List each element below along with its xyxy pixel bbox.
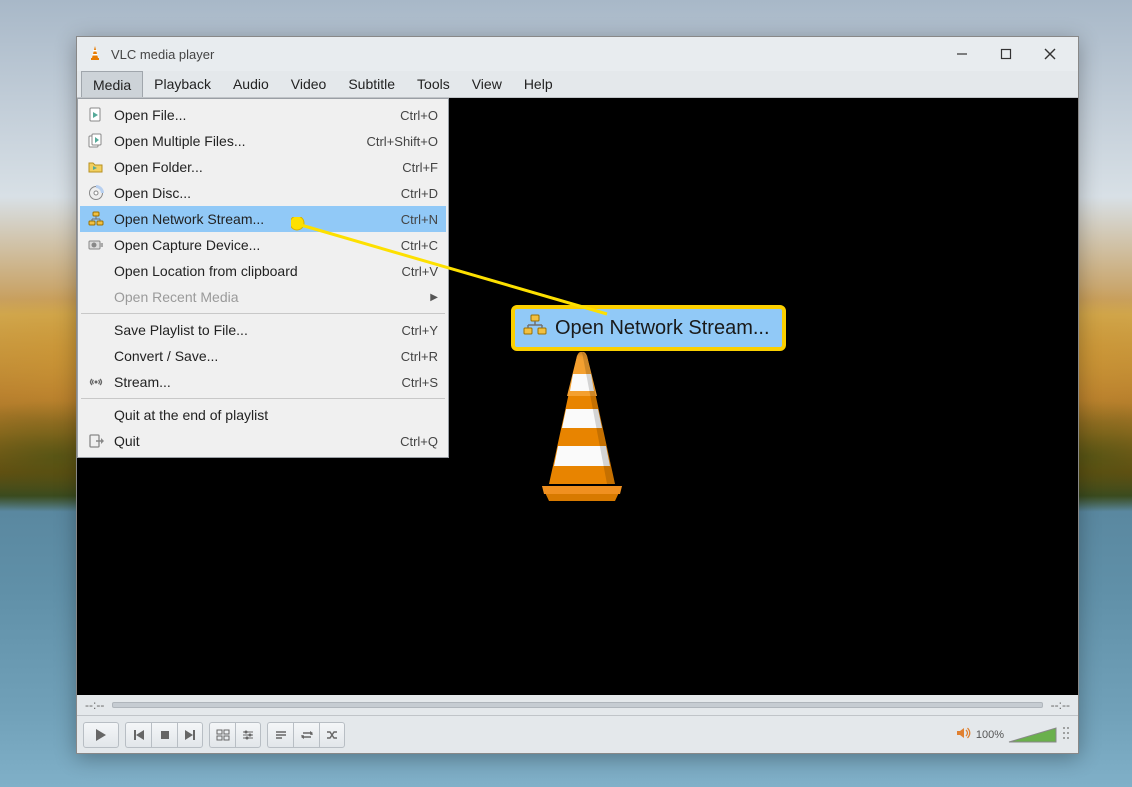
menu-item-shortcut: Ctrl+D <box>401 186 438 201</box>
title-bar[interactable]: VLC media player <box>77 37 1078 71</box>
elapsed-time[interactable]: --:-- <box>85 698 104 712</box>
menu-separator <box>81 398 445 399</box>
menu-item-open-folder[interactable]: Open Folder...Ctrl+F <box>80 154 446 180</box>
vlc-app-icon <box>87 45 103 64</box>
quit-icon <box>86 431 106 451</box>
menu-item-stream[interactable]: Stream...Ctrl+S <box>80 369 446 395</box>
menu-item-open-disc[interactable]: Open Disc...Ctrl+D <box>80 180 446 206</box>
menubar-item-audio[interactable]: Audio <box>222 71 280 97</box>
menu-item-save-playlist-to-file[interactable]: Save Playlist to File...Ctrl+Y <box>80 317 446 343</box>
menu-item-label: Save Playlist to File... <box>114 322 402 338</box>
playlist-button[interactable] <box>267 722 293 748</box>
menu-item-label: Open Capture Device... <box>114 237 401 253</box>
fullscreen-button[interactable] <box>209 722 235 748</box>
shuffle-button[interactable] <box>319 722 345 748</box>
stop-button[interactable] <box>151 722 177 748</box>
play-button[interactable] <box>83 722 119 748</box>
menu-item-label: Stream... <box>114 374 402 390</box>
stream-icon <box>86 372 106 392</box>
menu-separator <box>81 313 445 314</box>
speaker-icon <box>956 726 972 743</box>
menu-item-label: Open Location from clipboard <box>114 263 402 279</box>
menu-item-shortcut: Ctrl+O <box>400 108 438 123</box>
menubar-item-view[interactable]: View <box>461 71 513 97</box>
chevron-right-icon: ▶ <box>430 292 438 303</box>
close-button[interactable] <box>1028 39 1072 69</box>
grip-icon <box>1062 725 1072 744</box>
menu-item-shortcut: Ctrl+S <box>402 375 438 390</box>
window-title: VLC media player <box>111 47 940 62</box>
maximize-button[interactable] <box>984 39 1028 69</box>
menu-item-shortcut: Ctrl+Q <box>400 434 438 449</box>
menubar-item-help[interactable]: Help <box>513 71 564 97</box>
menubar-item-subtitle[interactable]: Subtitle <box>337 71 406 97</box>
volume-percent: 100% <box>976 729 1004 741</box>
menu-item-label: Quit <box>114 433 400 449</box>
menu-item-open-file[interactable]: Open File...Ctrl+O <box>80 102 446 128</box>
menubar-item-video[interactable]: Video <box>280 71 338 97</box>
menu-item-label: Open File... <box>114 107 400 123</box>
menu-item-label: Open Multiple Files... <box>114 133 366 149</box>
menubar-item-playback[interactable]: Playback <box>143 71 222 97</box>
menu-item-shortcut: Ctrl+C <box>401 238 438 253</box>
blank-icon <box>86 346 106 366</box>
menu-item-open-recent-media: Open Recent Media ▶ <box>80 284 446 310</box>
blank-icon <box>86 405 106 425</box>
seek-bar-row: --:-- --:-- <box>77 695 1078 715</box>
file-play-icon <box>86 105 106 125</box>
network-icon <box>86 209 106 229</box>
menu-item-convert-save[interactable]: Convert / Save...Ctrl+R <box>80 343 446 369</box>
next-button[interactable] <box>177 722 203 748</box>
volume-control[interactable]: 100% <box>956 725 1072 744</box>
menu-item-quit-at-the-end-of-playlist[interactable]: Quit at the end of playlist <box>80 402 446 428</box>
menu-item-label: Convert / Save... <box>114 348 401 364</box>
total-time[interactable]: --:-- <box>1051 698 1070 712</box>
callout-open-network-stream: Open Network Stream... <box>511 305 786 351</box>
seek-track[interactable] <box>112 702 1042 708</box>
files-play-icon <box>86 131 106 151</box>
menu-item-shortcut: Ctrl+V <box>402 264 438 279</box>
extended-settings-button[interactable] <box>235 722 261 748</box>
disc-icon <box>86 183 106 203</box>
menu-item-shortcut: Ctrl+Y <box>402 323 438 338</box>
playback-controls: 100% <box>77 715 1078 753</box>
menu-item-shortcut: Ctrl+R <box>401 349 438 364</box>
menu-item-open-network-stream[interactable]: Open Network Stream...Ctrl+N <box>80 206 446 232</box>
volume-slider[interactable] <box>1008 726 1058 744</box>
vlc-window: VLC media player MediaPlaybackAudioVideo… <box>76 36 1079 754</box>
network-icon <box>523 314 547 342</box>
previous-button[interactable] <box>125 722 151 748</box>
menubar-item-media[interactable]: Media <box>81 71 143 97</box>
menu-item-label: Open Folder... <box>114 159 402 175</box>
menu-item-shortcut: Ctrl+N <box>401 212 438 227</box>
menu-item-shortcut: Ctrl+F <box>402 160 438 175</box>
capture-icon <box>86 235 106 255</box>
menu-item-open-multiple-files[interactable]: Open Multiple Files...Ctrl+Shift+O <box>80 128 446 154</box>
menu-item-shortcut: Ctrl+Shift+O <box>366 134 438 149</box>
menu-item-label: Open Recent Media <box>114 289 424 305</box>
blank-icon <box>86 261 106 281</box>
menu-item-label: Quit at the end of playlist <box>114 407 438 423</box>
menu-bar: MediaPlaybackAudioVideoSubtitleToolsView… <box>77 71 1078 98</box>
menu-item-label: Open Network Stream... <box>114 211 401 227</box>
menubar-item-tools[interactable]: Tools <box>406 71 461 97</box>
menu-item-quit[interactable]: QuitCtrl+Q <box>80 428 446 454</box>
menu-item-label: Open Disc... <box>114 185 401 201</box>
media-menu-dropdown: Open File...Ctrl+OOpen Multiple Files...… <box>77 98 449 458</box>
video-area[interactable]: Open File...Ctrl+OOpen Multiple Files...… <box>77 98 1078 695</box>
loop-button[interactable] <box>293 722 319 748</box>
blank-icon <box>86 320 106 340</box>
menu-item-open-capture-device[interactable]: Open Capture Device...Ctrl+C <box>80 232 446 258</box>
folder-play-icon <box>86 157 106 177</box>
blank-icon <box>86 287 106 307</box>
vlc-logo-icon <box>517 346 647 506</box>
menu-item-open-location-from-clipboard[interactable]: Open Location from clipboardCtrl+V <box>80 258 446 284</box>
minimize-button[interactable] <box>940 39 984 69</box>
callout-label: Open Network Stream... <box>555 317 770 340</box>
